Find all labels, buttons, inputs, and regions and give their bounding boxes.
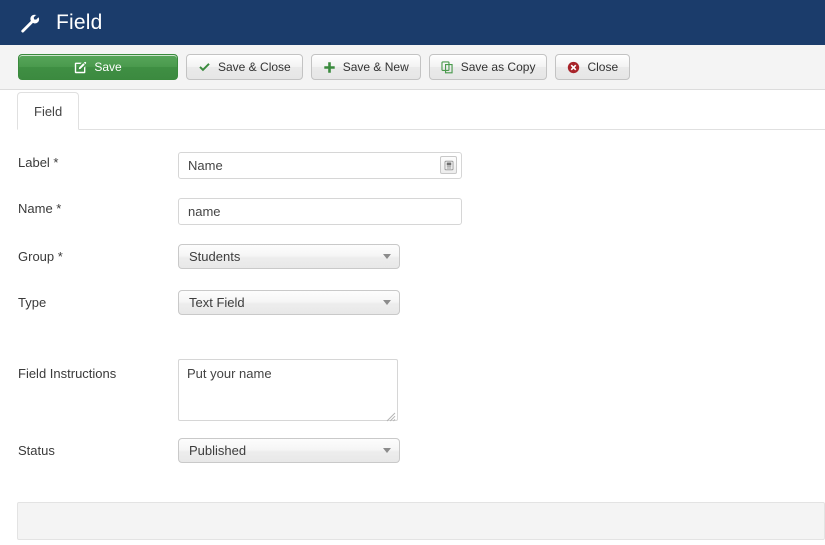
form-row-type: Type Text Field	[0, 290, 825, 359]
form-row-name: Name *	[0, 198, 825, 244]
name-field-label: Name *	[0, 198, 178, 218]
label-field-label: Label *	[0, 152, 178, 172]
field-instructions-label: Field Instructions	[0, 359, 178, 383]
save-as-copy-button-label: Save as Copy	[461, 60, 536, 74]
plus-icon	[323, 61, 336, 74]
check-icon	[198, 61, 211, 74]
type-select-value: Text Field	[189, 296, 377, 309]
save-as-new-button-label: Save & New	[343, 60, 409, 74]
save-button-label: Save	[94, 60, 121, 74]
page-title: Field	[56, 12, 103, 33]
status-field-control: Published	[178, 438, 825, 463]
type-field-label: Type	[0, 290, 178, 312]
tab-bar: Field	[0, 90, 825, 130]
field-instructions-textarea[interactable]	[178, 359, 398, 421]
tab-field-label: Field	[34, 104, 62, 119]
name-input[interactable]	[178, 198, 462, 225]
save-button[interactable]: Save	[18, 54, 178, 80]
form-row-status: Status Published	[0, 438, 825, 484]
app-header: Field	[0, 0, 825, 45]
status-select[interactable]: Published	[178, 438, 400, 463]
field-form: Label * Name *	[0, 130, 825, 484]
label-input[interactable]	[178, 152, 462, 179]
group-field-control: Students	[178, 244, 825, 269]
status-select-value: Published	[189, 444, 377, 457]
save-as-copy-button[interactable]: Save as Copy	[429, 54, 548, 80]
toolbar: Save Save & Close Save & New Save as Cop…	[0, 45, 825, 90]
form-row-label: Label *	[0, 152, 825, 198]
group-select[interactable]: Students	[178, 244, 400, 269]
chevron-down-icon	[383, 254, 391, 259]
group-field-label: Group *	[0, 244, 178, 266]
status-field-label: Status	[0, 438, 178, 460]
chevron-down-icon	[383, 448, 391, 453]
chevron-down-icon	[383, 300, 391, 305]
save-and-new-button[interactable]: Save & New	[311, 54, 421, 80]
field-instructions-control	[178, 359, 825, 424]
tab-field[interactable]: Field	[17, 92, 79, 130]
group-select-value: Students	[189, 250, 377, 263]
type-select[interactable]: Text Field	[178, 290, 400, 315]
copy-icon	[441, 61, 454, 74]
save-and-close-button-label: Save & Close	[218, 60, 291, 74]
form-row-group: Group * Students	[0, 244, 825, 290]
wrench-icon	[18, 12, 40, 34]
close-button[interactable]: Close	[555, 54, 630, 80]
type-field-control: Text Field	[178, 290, 825, 315]
label-field-control	[178, 152, 825, 179]
close-button-label: Close	[587, 60, 618, 74]
bottom-panel	[17, 502, 825, 540]
edit-square-icon	[74, 61, 87, 74]
batch-icon-button[interactable]	[440, 156, 457, 174]
form-row-field-instructions: Field Instructions	[0, 359, 825, 438]
save-and-close-button[interactable]: Save & Close	[186, 54, 303, 80]
close-circle-icon	[567, 61, 580, 74]
name-field-control	[178, 198, 825, 225]
batch-icon	[444, 160, 454, 171]
